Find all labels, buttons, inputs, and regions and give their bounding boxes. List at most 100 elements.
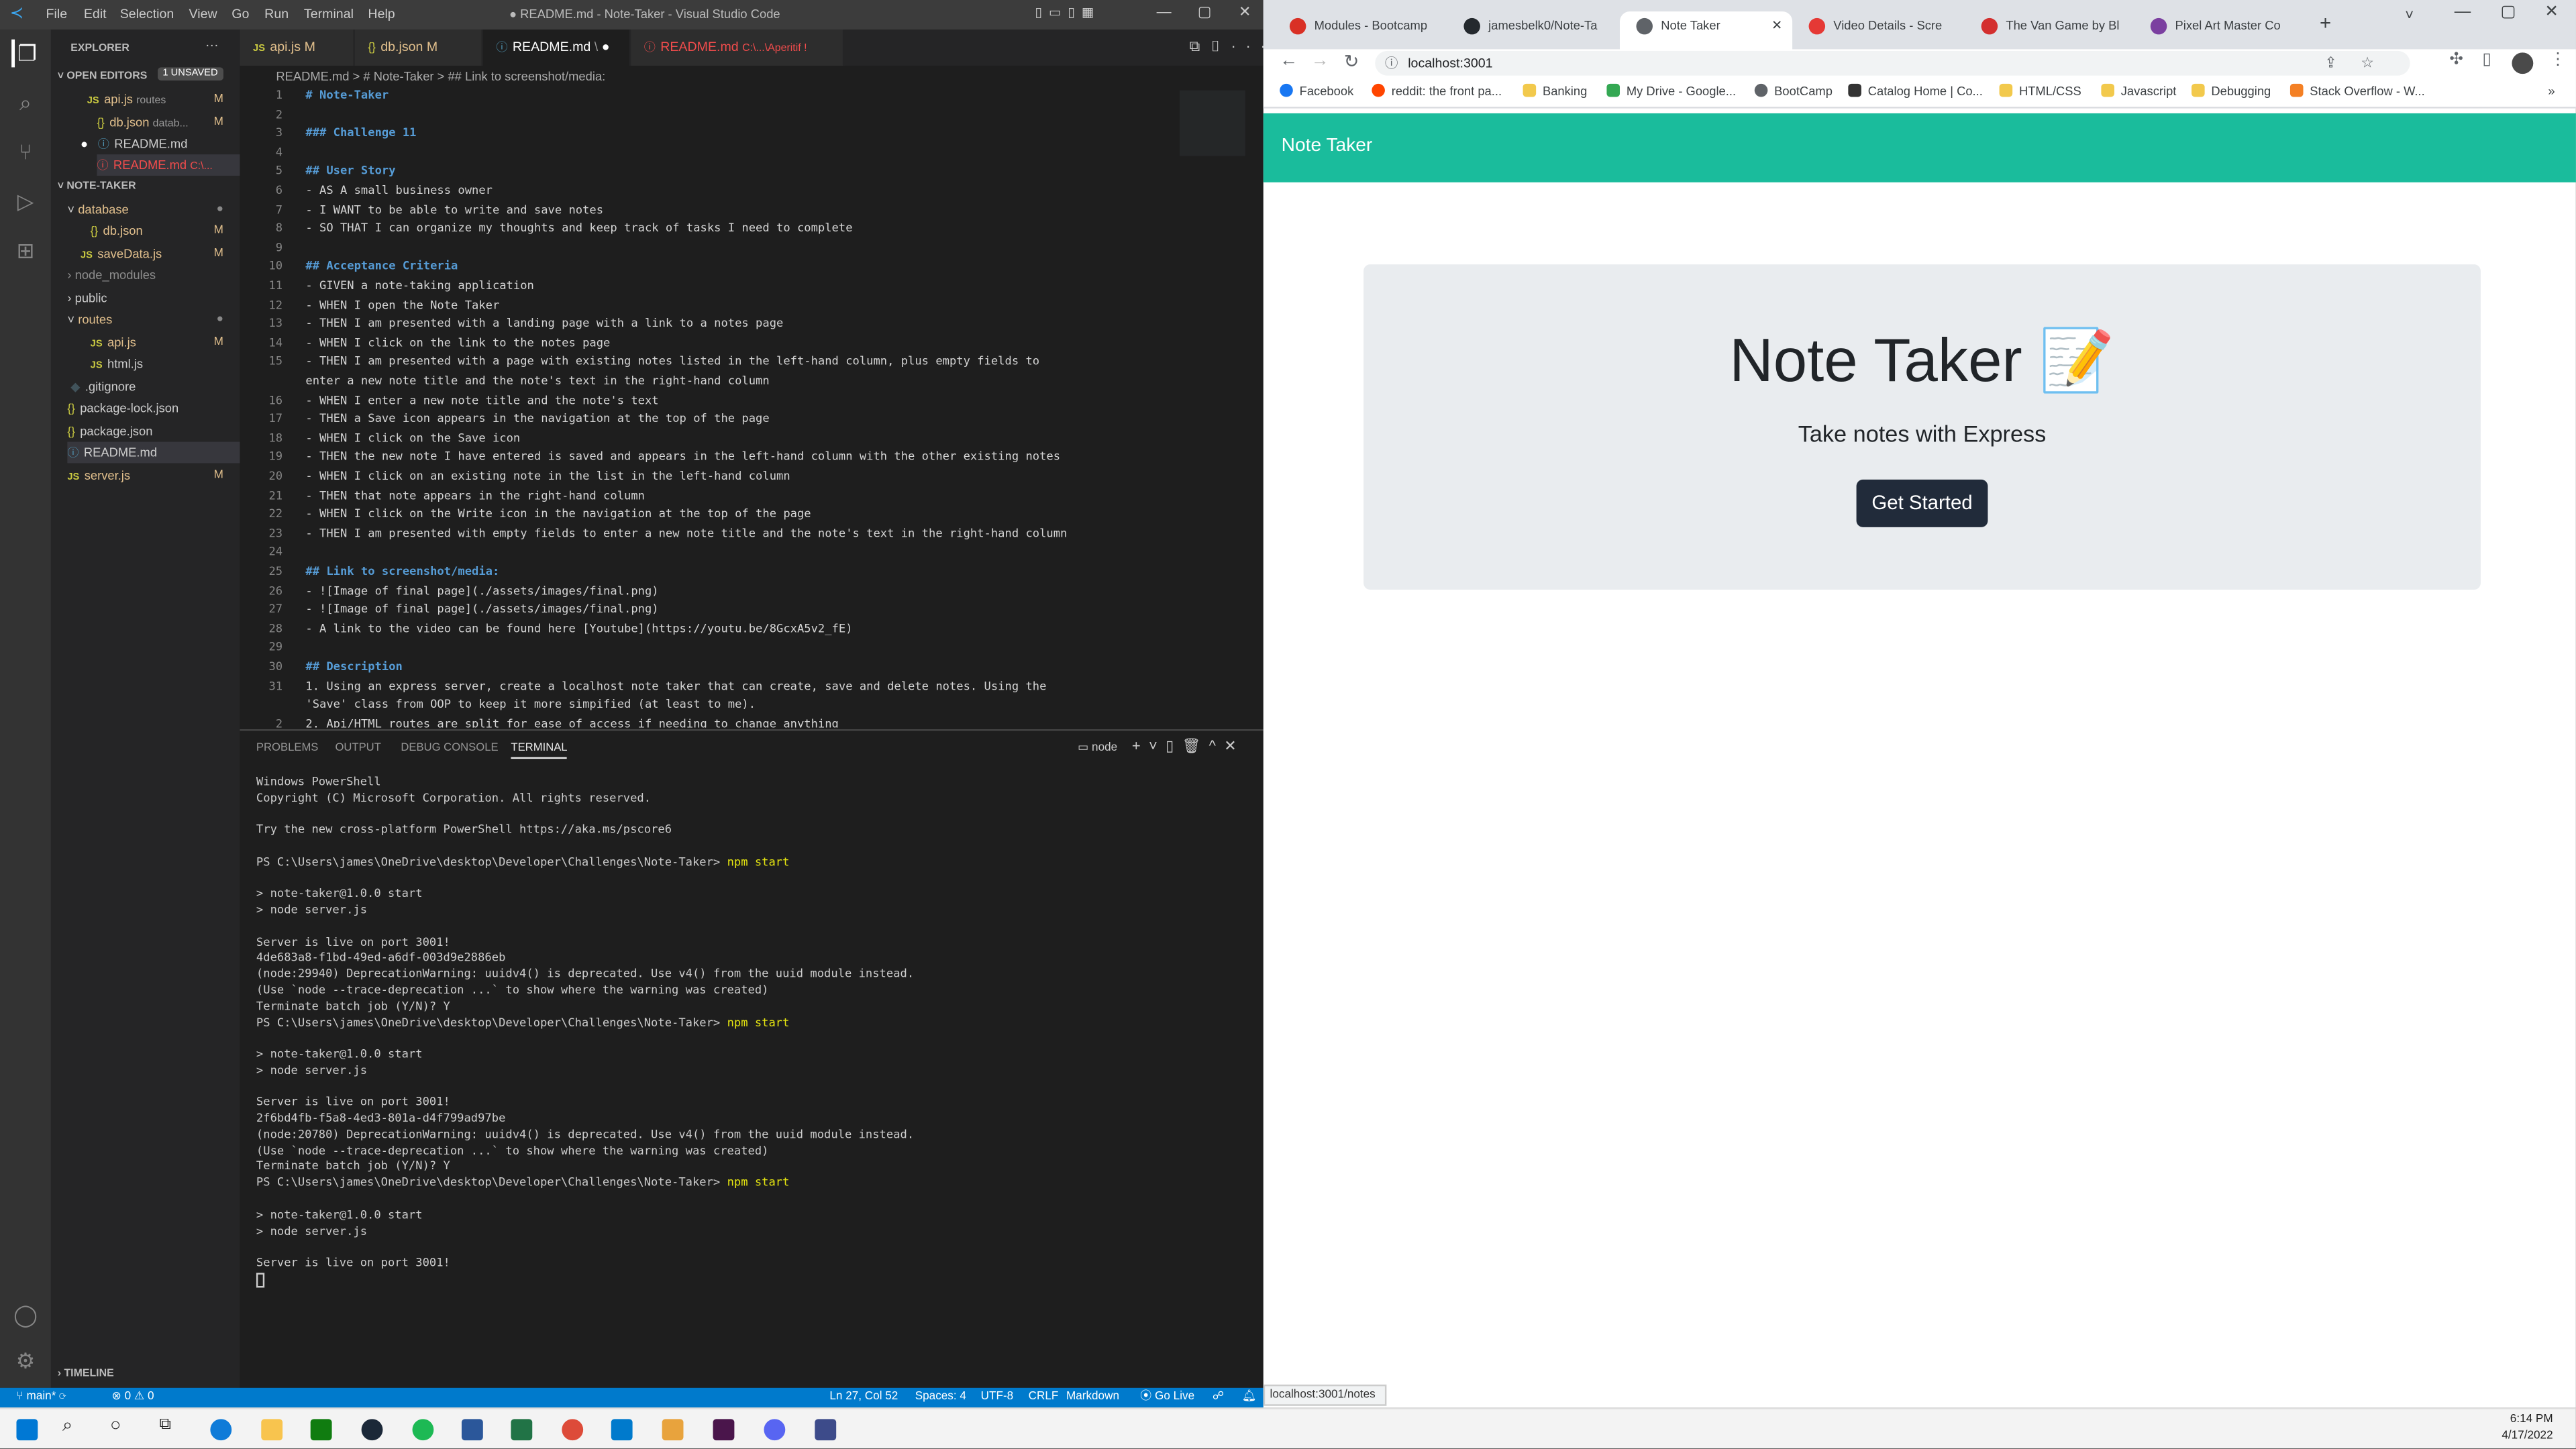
bookmark-folder[interactable]: HTML/CSS: [1999, 83, 2081, 99]
panel-tab-terminal[interactable]: TERMINAL: [511, 743, 568, 759]
timeline-header[interactable]: › TIMELINE: [58, 1368, 114, 1379]
tree-file-package-json[interactable]: {} package.json: [67, 421, 240, 442]
code-line[interactable]: - WHEN I click on the Write icon in the …: [305, 508, 811, 521]
menu-file[interactable]: File: [46, 7, 68, 21]
reload-icon[interactable]: ↻: [1344, 51, 1359, 72]
code-line[interactable]: - THEN the new note I have entered is sa…: [305, 451, 1060, 464]
new-tab-button[interactable]: +: [2320, 11, 2331, 34]
code-line[interactable]: 'Save' class from OOP to keep it more si…: [305, 698, 756, 712]
tree-file-api-js[interactable]: JS api.js M: [91, 332, 240, 354]
line-ending[interactable]: CRLF: [1029, 1388, 1059, 1407]
code-line[interactable]: 1. Using an express server, create a loc…: [305, 680, 1046, 693]
code-line[interactable]: - WHEN I open the Note Taker: [305, 299, 499, 312]
search-icon[interactable]: ⌕: [62, 1415, 72, 1437]
code-line[interactable]: ### Challenge 11: [305, 127, 416, 140]
get-started-button[interactable]: Get Started: [1856, 479, 1988, 527]
code-line[interactable]: - A link to the video can be found here …: [305, 622, 852, 635]
open-editor-api-js[interactable]: JS api.js routes M: [87, 89, 240, 110]
indentation[interactable]: Spaces: 4: [915, 1388, 966, 1407]
tree-folder-database[interactable]: ˅ database ●: [67, 199, 240, 220]
excel-icon[interactable]: [511, 1419, 533, 1441]
code-line[interactable]: - ![Image of final page](./assets/images…: [305, 584, 658, 598]
code-line[interactable]: - WHEN I enter a new note title and the …: [305, 394, 658, 407]
code-line[interactable]: - THEN I am presented with a landing pag…: [305, 317, 783, 331]
bookmark-item[interactable]: My Drive - Google...: [1606, 83, 1736, 99]
bookmark-folder[interactable]: Debugging: [2192, 83, 2271, 99]
code-line[interactable]: - THEN I am presented with a page with e…: [305, 356, 1039, 369]
browser-tab-active[interactable]: Note Taker ✕: [1620, 11, 1793, 50]
system-clock[interactable]: 6:14 PM 4/17/2022: [2502, 1413, 2553, 1446]
code-line[interactable]: - WHEN I click on an existing note in th…: [305, 470, 790, 483]
start-icon[interactable]: [16, 1419, 38, 1441]
spotify-icon[interactable]: [412, 1419, 434, 1441]
code-line[interactable]: - SO THAT I can organize my thoughts and…: [305, 222, 852, 235]
open-editors-header[interactable]: ˅ OPEN EDITORS: [58, 70, 148, 82]
edge-icon[interactable]: [210, 1419, 232, 1441]
task-view-icon[interactable]: ⧉: [159, 1415, 170, 1434]
bookmark-item[interactable]: reddit: the front pa...: [1372, 83, 1502, 99]
tab-search-icon[interactable]: ˅: [2405, 7, 2414, 23]
tab-api-js[interactable]: JS api.js M: [240, 30, 355, 66]
minimize-icon[interactable]: —: [1157, 3, 1172, 19]
code-line[interactable]: ## Description: [305, 660, 402, 674]
layout-toggle-icons[interactable]: ▯▭▯▦: [1035, 5, 1100, 19]
app-brand[interactable]: Note Taker: [1282, 136, 1373, 156]
more-actions-icon[interactable]: ···: [205, 38, 219, 52]
code-line[interactable]: - I WANT to be able to write and save no…: [305, 203, 603, 217]
menu-help[interactable]: Help: [368, 7, 395, 21]
panel-tab-problems[interactable]: PROBLEMS: [256, 743, 318, 754]
source-control-icon[interactable]: ⑂: [11, 138, 40, 166]
editor-actions-icons[interactable]: ⧉▯···: [1190, 38, 1276, 56]
panel-tab-output[interactable]: OUTPUT: [335, 743, 380, 754]
code-line[interactable]: - GIVEN a note-taking application: [305, 279, 534, 292]
cursor-position[interactable]: Ln 27, Col 52: [829, 1388, 898, 1407]
breadcrumb[interactable]: README.md > # Note-Taker > ## Link to sc…: [240, 66, 1263, 87]
tab-readme-active[interactable]: ⓘ README.md \ ●: [482, 30, 631, 66]
menu-kebab-icon[interactable]: ⋮: [2550, 51, 2566, 69]
menu-run[interactable]: Run: [264, 7, 289, 21]
browser-minimize-icon[interactable]: —: [2455, 3, 2471, 21]
tree-folder-public[interactable]: › public: [67, 287, 240, 309]
terminal-actions-icons[interactable]: +˅▯🗑^✕: [1132, 737, 1245, 755]
branch-indicator[interactable]: ⑂ main* ⟳: [16, 1388, 66, 1407]
file-explorer-icon[interactable]: [261, 1419, 283, 1441]
browser-tab[interactable]: Video Details - Scre: [1792, 11, 1965, 49]
language-mode[interactable]: Markdown: [1066, 1388, 1119, 1407]
xbox-icon[interactable]: [310, 1419, 332, 1441]
code-editor[interactable]: 1 2 3 4 5 6 7 8 9 10 11 12 13 14 15 16 17 18 19 20 21 22 23 24 2…: [240, 87, 1264, 728]
menu-edit[interactable]: Edit: [84, 7, 107, 21]
bookmark-item[interactable]: Stack Overflow - W...: [2289, 83, 2425, 99]
browser-tab[interactable]: The Van Game by Bl: [1965, 11, 2134, 49]
steam-icon[interactable]: [361, 1419, 383, 1441]
account-icon[interactable]: ◯: [11, 1301, 40, 1329]
bookmark-star-icon[interactable]: ☆: [2361, 51, 2374, 76]
slack-icon[interactable]: [713, 1419, 735, 1441]
run-debug-icon[interactable]: ▷: [11, 187, 40, 215]
address-bar[interactable]: ⓘ localhost:3001 ☆ ⇪: [1375, 50, 2410, 76]
encoding[interactable]: UTF-8: [981, 1388, 1014, 1407]
word-icon[interactable]: [461, 1419, 483, 1441]
sidepanel-icon[interactable]: ▯: [2482, 51, 2491, 69]
open-editor-readme-active[interactable]: ● ⓘ README.md: [81, 133, 240, 154]
tab-readme-other[interactable]: ⓘ README.md C:\...\Aperitif !: [631, 30, 845, 66]
cortana-icon[interactable]: ○: [110, 1415, 121, 1435]
browser-tab[interactable]: jamesbelk0/Note-Ta: [1447, 11, 1620, 49]
code-line[interactable]: - AS A small business owner: [305, 184, 493, 197]
code-line[interactable]: - WHEN I click on the link to the notes …: [305, 336, 610, 350]
tree-file-package-lock[interactable]: {} package-lock.json: [67, 397, 240, 419]
code-line[interactable]: - ![Image of final page](./assets/images…: [305, 603, 658, 616]
close-icon[interactable]: ✕: [1239, 3, 1251, 21]
vscode-taskbar-icon[interactable]: [611, 1419, 633, 1441]
extensions-icon[interactable]: ⊞: [11, 237, 40, 265]
tree-file-gitignore[interactable]: ◆ .gitignore: [70, 376, 240, 398]
bookmark-folder[interactable]: Javascript: [2101, 83, 2176, 99]
bookmark-item[interactable]: Facebook: [1280, 83, 1353, 99]
code-line[interactable]: - THEN that note appears in the right-ha…: [305, 489, 645, 502]
share-icon[interactable]: ⇪: [2324, 51, 2336, 76]
forward-icon[interactable]: →: [1311, 51, 1329, 70]
tree-file-html-js[interactable]: JS html.js: [91, 353, 240, 374]
tree-file-readme[interactable]: ⓘ README.md: [67, 441, 240, 464]
menu-view[interactable]: View: [189, 7, 217, 21]
minimap[interactable]: [1179, 90, 1245, 156]
open-editor-readme-other[interactable]: ⓘ README.md C:\...: [97, 154, 240, 176]
